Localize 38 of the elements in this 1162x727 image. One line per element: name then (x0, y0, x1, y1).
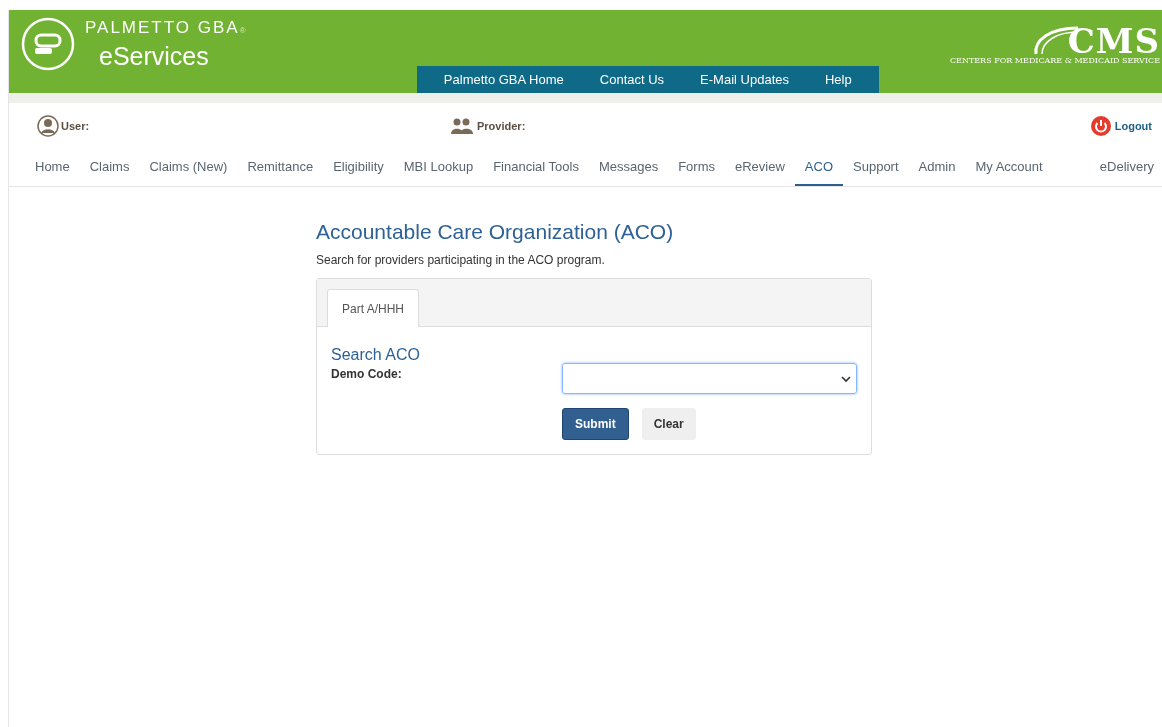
nav-tab[interactable]: Home (25, 149, 80, 186)
field-label: Demo Code: (331, 366, 403, 383)
nav-tab[interactable]: Financial Tools (483, 149, 589, 186)
card-tab[interactable]: Part A/HHH (327, 289, 419, 327)
demo-code-select[interactable] (562, 363, 857, 394)
submit-button[interactable]: Submit (562, 408, 629, 440)
nav-tab[interactable]: eReview (725, 149, 795, 186)
nav-tab[interactable]: Admin (908, 149, 966, 186)
nav-tab[interactable]: eDelivery (1089, 149, 1162, 186)
logout-link[interactable]: Logout (1090, 116, 1152, 136)
nav-tab[interactable]: Remittance (237, 149, 324, 186)
user-icon (37, 115, 59, 137)
nav-tab[interactable]: My Account (965, 149, 1053, 186)
nav-tab[interactable]: Support (843, 149, 909, 186)
cms-logo: CMS CENTERS FOR MEDICARE & MEDICAID SERVICE (952, 20, 1161, 67)
clear-button[interactable]: Clear (641, 408, 696, 440)
people-icon (451, 118, 473, 134)
nav-tab[interactable]: Claims (79, 149, 140, 186)
nav-tab[interactable]: MBI Lookup (393, 149, 484, 186)
top-link[interactable]: Help (816, 69, 861, 90)
user-label: User: (61, 118, 90, 134)
nav-tab[interactable]: ACO (794, 149, 843, 186)
page-subtitle: Search for providers participating in the ACO program. (316, 252, 606, 269)
top-link[interactable]: Palmetto GBA Home (434, 69, 573, 90)
nav-tab[interactable]: Messages (588, 149, 669, 186)
form-heading: Search ACO (331, 345, 421, 365)
power-icon (1090, 116, 1111, 136)
product-name: eServices (99, 42, 210, 70)
top-link[interactable]: E-Mail Updates (691, 69, 798, 90)
brand-name: PALMETTO GBA® (85, 17, 248, 39)
chevron-down-icon (841, 374, 851, 383)
nav-tab[interactable]: Eligibility (323, 149, 394, 186)
top-link[interactable]: Contact Us (590, 69, 674, 90)
page-title: Accountable Care Organization (ACO) (316, 219, 675, 245)
nav-tab[interactable]: Forms (668, 149, 725, 186)
nav-tab[interactable]: Claims (New) (139, 149, 238, 186)
logo-icon (21, 17, 75, 71)
provider-label: Provider: (477, 118, 526, 134)
